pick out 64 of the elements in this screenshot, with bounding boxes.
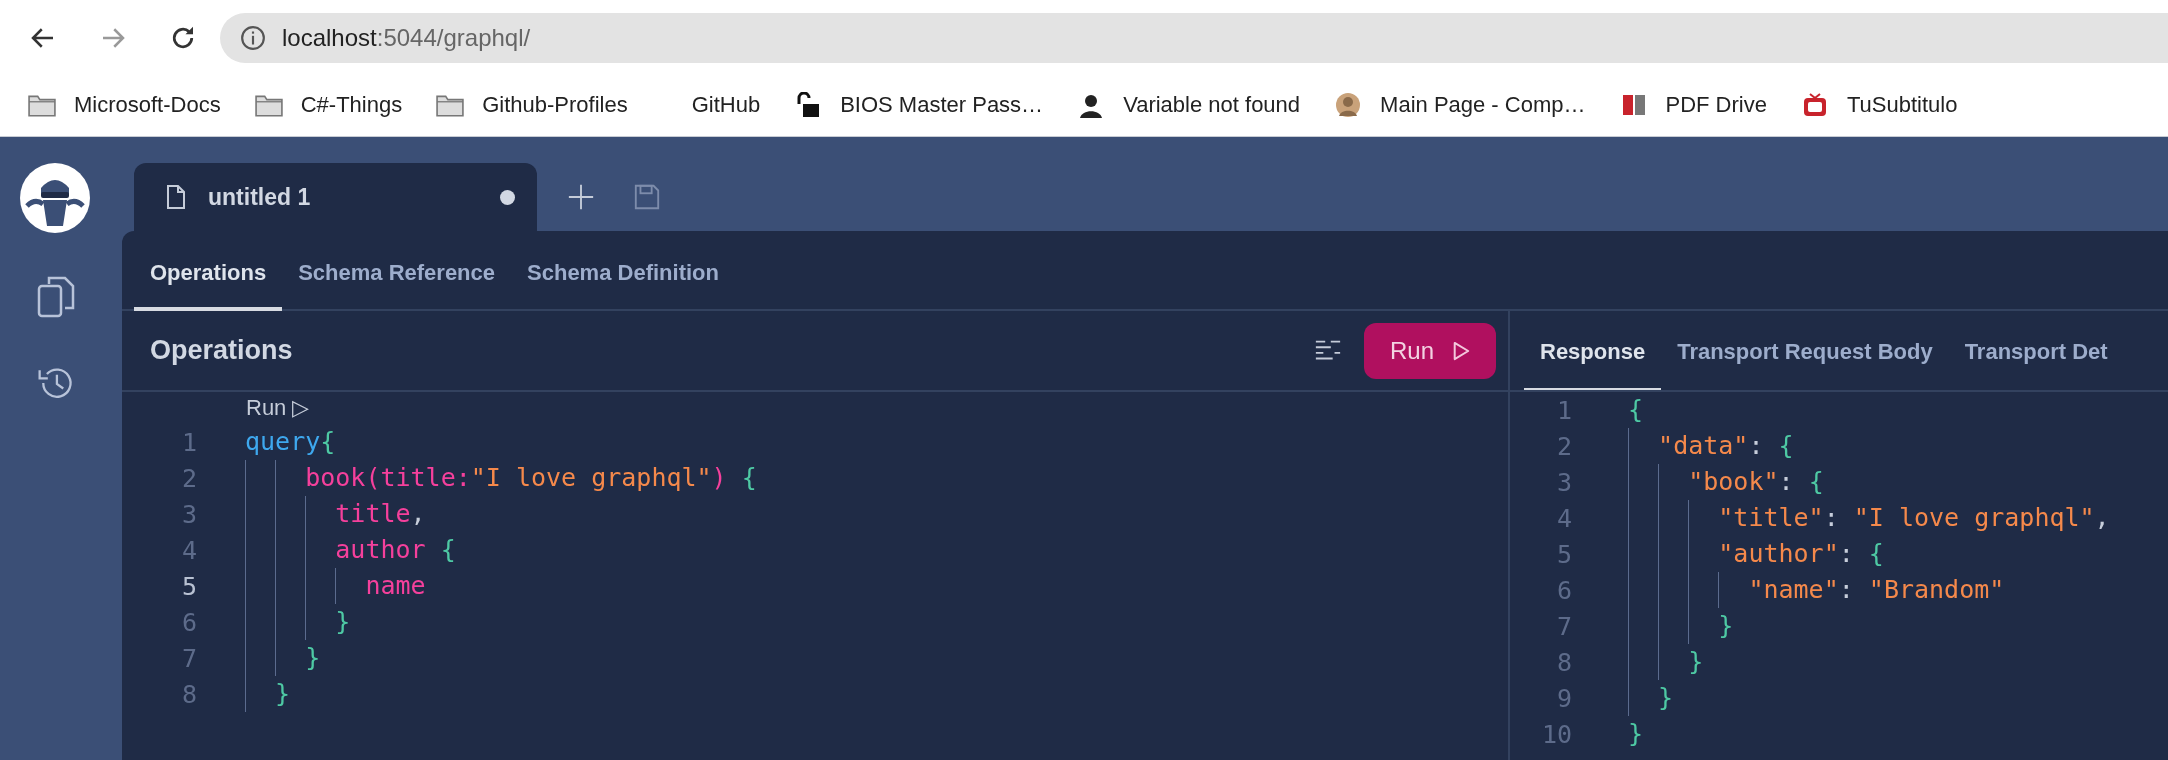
code-line: } xyxy=(245,640,321,676)
bookmark-link[interactable]: GitHub xyxy=(691,92,761,118)
bookmark-link[interactable]: Variable not found xyxy=(1123,92,1301,118)
line-number: 9 xyxy=(1555,683,1572,713)
line-number: 5 xyxy=(180,571,197,601)
bookmark-link[interactable]: TuSubtitulo xyxy=(1846,92,1958,118)
run-button[interactable]: Run xyxy=(1364,322,1496,379)
line-number: 7 xyxy=(1555,611,1572,641)
pane-title: Operations xyxy=(150,335,294,366)
line-number: 4 xyxy=(180,535,197,565)
code-line: query{ xyxy=(245,424,336,460)
line-number: 8 xyxy=(180,679,197,709)
code-line: "author": { xyxy=(1628,536,1884,572)
line-number: 1 xyxy=(180,427,197,457)
line-number: 6 xyxy=(180,607,197,637)
code-line: } xyxy=(245,604,351,640)
ninja-logo-icon[interactable] xyxy=(19,162,91,234)
plus-icon[interactable] xyxy=(567,183,595,211)
line-number: 4 xyxy=(1555,503,1572,533)
code-line: "title": "I love graphql", xyxy=(1628,500,2110,536)
code-line: "book": { xyxy=(1628,464,1824,500)
line-number: 7 xyxy=(180,643,197,673)
code-line: "name": "Brandom" xyxy=(1628,572,2005,608)
line-number: 1 xyxy=(1555,395,1572,425)
line-number: 8 xyxy=(1555,647,1572,677)
address-field[interactable]: localhost:5044/graphql/ xyxy=(220,12,2168,63)
line-number: 3 xyxy=(1555,467,1572,497)
bookmark-link[interactable]: Main Page - Comp… xyxy=(1380,92,1586,118)
line-number: 10 xyxy=(1540,719,1572,749)
section-tab[interactable]: Schema Definition xyxy=(511,231,735,311)
code-line: } xyxy=(1628,680,1674,716)
line-number: 2 xyxy=(180,463,197,493)
run-code-lens[interactable]: Run ▷ xyxy=(246,395,310,421)
info-icon[interactable] xyxy=(240,24,266,51)
copy-icon[interactable] xyxy=(36,274,76,320)
line-number: 3 xyxy=(180,499,197,529)
save-icon[interactable] xyxy=(633,183,661,211)
code-line: } xyxy=(1628,608,1734,644)
code-line: { xyxy=(1628,392,1644,428)
code-line: name xyxy=(245,568,426,604)
bookmark-link[interactable]: C#-Things xyxy=(300,92,403,118)
code-line: author { xyxy=(245,532,456,568)
response-tab[interactable]: Response xyxy=(1524,311,1662,390)
section-tab[interactable]: Schema Reference xyxy=(282,231,512,311)
code-line: } xyxy=(1628,716,1644,752)
code-line: } xyxy=(1628,644,1704,680)
response-tab[interactable]: Transport Det xyxy=(1948,311,2124,390)
line-number: 5 xyxy=(1555,539,1572,569)
code-line: book(title:"I love graphql") { xyxy=(245,460,757,496)
section-tab[interactable]: Operations xyxy=(134,231,283,311)
bookmark-link[interactable]: BIOS Master Pass… xyxy=(840,92,1044,118)
response-tab[interactable]: Transport Request Body xyxy=(1661,311,1949,390)
line-number: 6 xyxy=(1555,575,1572,605)
address-text: localhost:5044/graphql/ xyxy=(282,23,531,52)
play-icon xyxy=(1452,339,1470,362)
bookmark-link[interactable]: Microsoft-Docs xyxy=(74,92,221,118)
bookmark-link[interactable]: PDF Drive xyxy=(1665,92,1767,118)
code-line: } xyxy=(245,676,291,712)
code-line: "data": { xyxy=(1628,428,1794,464)
line-number: 2 xyxy=(1555,431,1572,461)
file-icon xyxy=(166,184,186,210)
document-tab[interactable]: untitled 1 xyxy=(134,163,537,231)
avatar-icon xyxy=(1334,92,1363,118)
bookmark-link[interactable]: Github-Profiles xyxy=(482,92,628,118)
